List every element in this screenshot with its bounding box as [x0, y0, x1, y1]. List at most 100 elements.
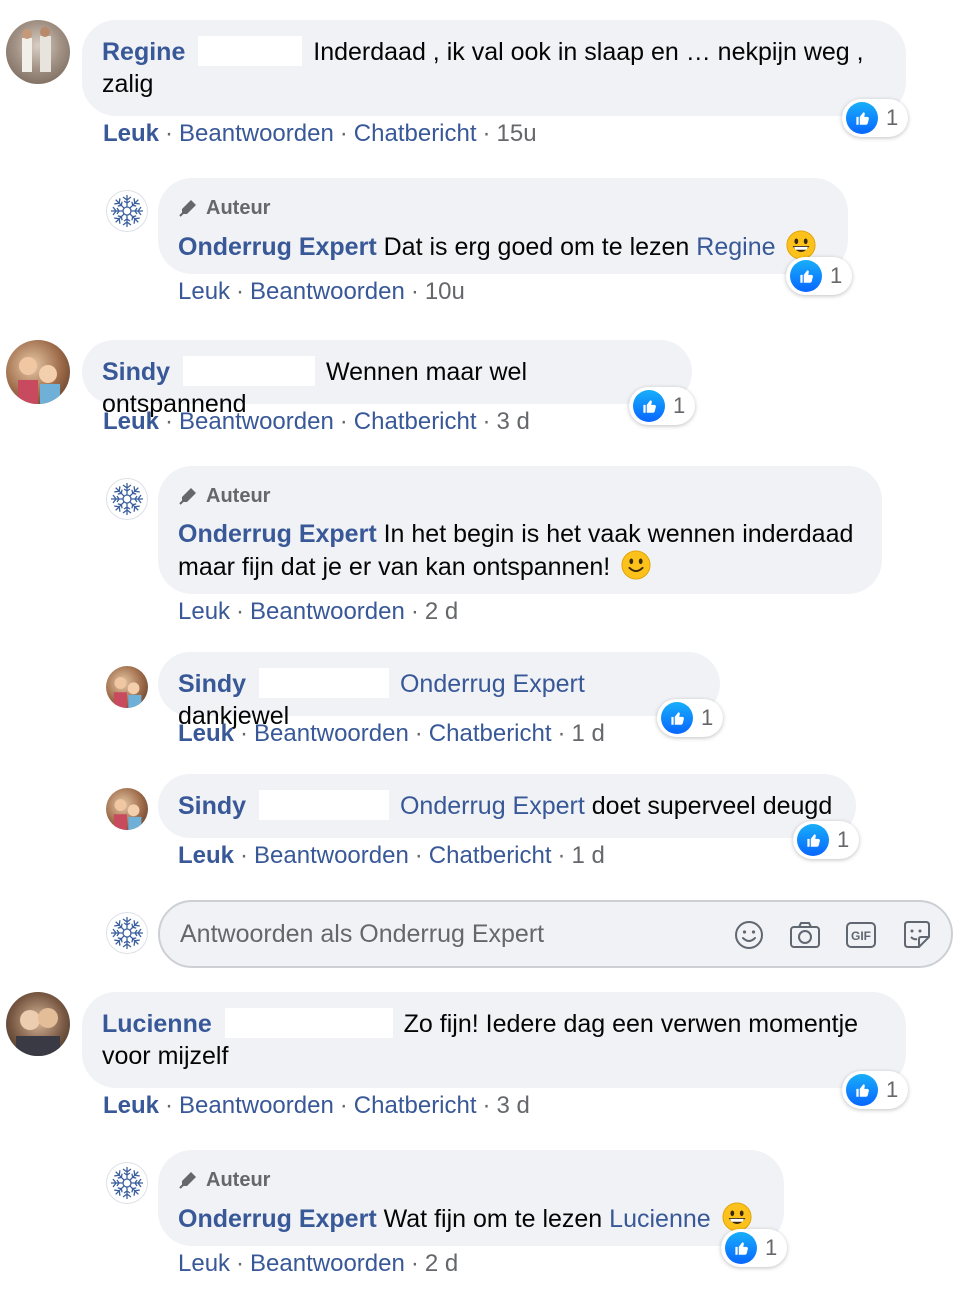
reply-bubble-expert: Auteur Onderrug Expert Wat fijn om te le… — [158, 1150, 784, 1246]
reply-input[interactable] — [180, 916, 720, 952]
redacted-surname — [198, 36, 303, 66]
commenter-name[interactable]: Lucienne — [102, 1010, 212, 1038]
reply-link[interactable]: Beantwoorden — [179, 120, 334, 147]
reply-bubble-sindy: Sindy Onderrug Expert dankjewel — [158, 652, 720, 730]
mention-link[interactable]: Onderrug Expert — [400, 670, 585, 698]
like-link[interactable]: Leuk — [178, 842, 234, 869]
comment-actions: Leuk · Beantwoorden · Chatbericht · 3 d — [103, 1092, 530, 1119]
like-link[interactable]: Leuk — [178, 598, 230, 625]
reply-actions: Leuk · Beantwoorden · Chatbericht · 1 d — [178, 720, 605, 747]
like-count-badge[interactable]: 1 — [842, 99, 909, 137]
pencil-icon — [178, 486, 198, 506]
timestamp[interactable]: 3 d — [497, 408, 530, 435]
commenter-name[interactable]: Sindy — [102, 358, 170, 386]
reply-actions: Leuk · Beantwoorden · 2 d — [178, 598, 459, 625]
chat-link[interactable]: Chatbericht — [354, 1092, 477, 1119]
comment-bubble-lucienne: Lucienne Zo fijn! Iedere dag een verwen … — [82, 992, 906, 1088]
comment-bubble-regine: Regine Inderdaad , ik val ook in slaap e… — [82, 20, 906, 116]
timestamp[interactable]: 2 d — [425, 1250, 458, 1277]
like-link[interactable]: Leuk — [178, 720, 234, 747]
page-avatar-snowflake-icon[interactable] — [106, 1162, 148, 1204]
like-count-badge[interactable]: 1 — [786, 257, 853, 295]
like-icon — [797, 824, 829, 856]
like-icon — [846, 102, 878, 134]
avatar-sindy[interactable] — [106, 788, 148, 830]
like-icon — [661, 702, 693, 734]
grinning-emoji-icon — [786, 230, 816, 260]
sticker-icon[interactable] — [900, 918, 934, 952]
camera-icon[interactable] — [788, 918, 822, 952]
chat-link[interactable]: Chatbericht — [354, 120, 477, 147]
reply-link[interactable]: Beantwoorden — [250, 1250, 405, 1277]
like-count-badge[interactable]: 1 — [793, 821, 860, 859]
replier-name[interactable]: Onderrug Expert — [178, 520, 377, 548]
chat-link[interactable]: Chatbericht — [429, 842, 552, 869]
like-count-badge[interactable]: 1 — [721, 1229, 788, 1267]
like-icon — [633, 390, 665, 422]
timestamp[interactable]: 10u — [425, 278, 465, 305]
timestamp[interactable]: 3 d — [497, 1092, 530, 1119]
replier-name[interactable]: Onderrug Expert — [178, 1205, 377, 1233]
reply-link[interactable]: Beantwoorden — [179, 1092, 334, 1119]
reply-link[interactable]: Beantwoorden — [250, 278, 405, 305]
like-link[interactable]: Leuk — [103, 1092, 159, 1119]
chat-link[interactable]: Chatbericht — [354, 408, 477, 435]
reply-bubble-expert: Auteur Onderrug Expert In het begin is h… — [158, 466, 882, 594]
commenter-name[interactable]: Regine — [102, 38, 185, 66]
reply-composer: GIF — [158, 900, 953, 968]
like-icon — [725, 1232, 757, 1264]
like-count-badge[interactable]: 1 — [629, 387, 696, 425]
avatar-sindy[interactable] — [106, 666, 148, 708]
like-link[interactable]: Leuk — [178, 278, 230, 305]
reply-actions: Leuk · Beantwoorden · Chatbericht · 1 d — [178, 842, 605, 869]
mention-link[interactable]: Lucienne — [609, 1205, 710, 1233]
replier-name[interactable]: Sindy — [178, 670, 246, 698]
comment-text: Zo fijn! Iedere dag een verwen momentje … — [102, 1010, 859, 1070]
reply-text: Wat fijn om te lezen — [383, 1205, 603, 1233]
avatar-regine[interactable] — [6, 20, 70, 84]
pencil-icon — [178, 1170, 198, 1190]
reply-actions: Leuk · Beantwoorden · 10u — [178, 278, 465, 305]
gif-icon[interactable]: GIF — [844, 918, 878, 952]
smiley-icon[interactable] — [732, 918, 766, 952]
page-avatar-snowflake-icon[interactable] — [106, 478, 148, 520]
timestamp[interactable]: 1 d — [572, 720, 605, 747]
like-link[interactable]: Leuk — [103, 120, 159, 147]
avatar-sindy[interactable] — [6, 340, 70, 404]
redacted-surname — [183, 356, 316, 386]
redacted-surname — [259, 668, 390, 698]
like-link[interactable]: Leuk — [178, 1250, 230, 1277]
reply-text: Dat is erg goed om te lezen — [383, 233, 690, 261]
author-badge: Auteur — [178, 192, 828, 224]
reply-link[interactable]: Beantwoorden — [179, 408, 334, 435]
comment-bubble-sindy: Sindy Wennen maar wel ontspannend — [82, 340, 692, 418]
like-count-badge[interactable]: 1 — [657, 699, 724, 737]
timestamp[interactable]: 1 d — [572, 842, 605, 869]
timestamp[interactable]: 2 d — [425, 598, 458, 625]
replier-name[interactable]: Sindy — [178, 792, 246, 820]
reply-link[interactable]: Beantwoorden — [254, 842, 409, 869]
reply-text: doet superveel deugd — [591, 792, 833, 820]
author-badge: Auteur — [178, 480, 862, 512]
like-icon — [790, 260, 822, 292]
redacted-surname — [224, 1008, 393, 1038]
chat-link[interactable]: Chatbericht — [429, 720, 552, 747]
comment-actions: Leuk · Beantwoorden · Chatbericht · 15u — [103, 120, 537, 147]
redacted-surname — [259, 790, 390, 820]
reply-link[interactable]: Beantwoorden — [254, 720, 409, 747]
page-avatar-snowflake-icon — [106, 912, 148, 954]
page-avatar-snowflake-icon[interactable] — [106, 190, 148, 232]
grinning-emoji-icon — [722, 1202, 752, 1232]
mention-link[interactable]: Regine — [696, 233, 775, 261]
author-badge: Auteur — [178, 1164, 764, 1196]
mention-link[interactable]: Onderrug Expert — [400, 792, 585, 820]
replier-name[interactable]: Onderrug Expert — [178, 233, 377, 261]
reply-link[interactable]: Beantwoorden — [250, 598, 405, 625]
comment-actions: Leuk · Beantwoorden · Chatbericht · 3 d — [103, 408, 530, 435]
like-link[interactable]: Leuk — [103, 408, 159, 435]
like-count-badge[interactable]: 1 — [842, 1071, 909, 1109]
reply-actions: Leuk · Beantwoorden · 2 d — [178, 1250, 459, 1277]
reply-bubble-expert: Auteur Onderrug Expert Dat is erg goed o… — [158, 178, 848, 274]
avatar-lucienne[interactable] — [6, 992, 70, 1056]
timestamp[interactable]: 15u — [497, 120, 537, 147]
